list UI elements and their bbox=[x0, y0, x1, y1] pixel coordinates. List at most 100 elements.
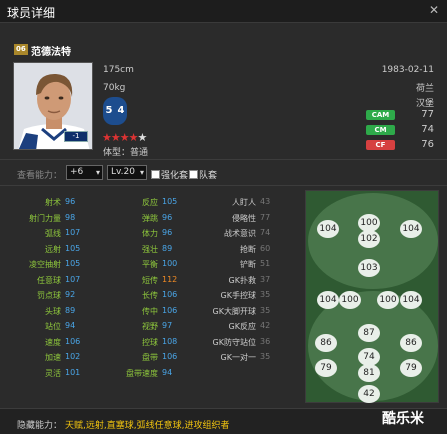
role-code: CAM bbox=[366, 110, 395, 120]
checkbox-box[interactable] bbox=[189, 170, 198, 179]
stat-label: GK一对一 bbox=[220, 353, 256, 362]
position-rating: 79 bbox=[400, 359, 422, 377]
chevron-down-icon: ▾ bbox=[95, 168, 100, 177]
stat-label: GK防守站位 bbox=[212, 337, 256, 347]
player-level-value: Lv.20 bbox=[111, 167, 135, 177]
stat-label: 灵活 bbox=[45, 368, 61, 378]
stat-label: 战术意识 bbox=[224, 229, 256, 238]
role-rating-cf: CF 76 bbox=[366, 139, 434, 151]
team-set-checkbox[interactable]: 队套 bbox=[189, 168, 217, 181]
position-badge: 06 bbox=[14, 44, 28, 55]
title-bar: 球员详细 ✕ bbox=[0, 0, 447, 23]
stat-label: GK大脚开球 bbox=[212, 306, 256, 316]
stat-value: 98 bbox=[65, 212, 76, 222]
position-rating: 86 bbox=[400, 334, 422, 352]
star-empty-icon: ★ bbox=[137, 131, 148, 144]
stat-value: 106 bbox=[162, 352, 178, 361]
stat-value: 94 bbox=[162, 367, 173, 377]
stat-label: GK手控球 bbox=[220, 291, 256, 300]
hidden-ability-label: 隐藏能力： bbox=[17, 421, 63, 431]
role-rating-cam: CAM 77 bbox=[366, 109, 434, 121]
view-ability-label: 查看能力： bbox=[17, 171, 63, 181]
stat-label: 弧线 bbox=[45, 229, 61, 238]
stat-label: 弹跳 bbox=[142, 213, 158, 223]
role-value: 74 bbox=[421, 124, 434, 135]
stat-value: 105 bbox=[162, 197, 178, 206]
stat-value: 42 bbox=[260, 321, 271, 330]
stat-label: 抢断 bbox=[240, 244, 256, 254]
window-title: 球员详细 bbox=[7, 6, 56, 20]
position-rating: 100 bbox=[377, 291, 399, 309]
stat-label: 铲断 bbox=[240, 260, 256, 269]
stat-value: 96 bbox=[65, 197, 76, 206]
stat-label: 凌空抽射 bbox=[29, 260, 61, 269]
position-rating: 104 bbox=[317, 291, 339, 309]
checkbox-box[interactable] bbox=[151, 170, 160, 179]
stat-value: 97 bbox=[162, 321, 173, 330]
stat-value: 106 bbox=[65, 336, 81, 346]
star-icon: ★ bbox=[102, 131, 112, 144]
stat-value: 105 bbox=[65, 259, 81, 268]
team-set-label: 队套 bbox=[199, 171, 218, 181]
stat-value: 37 bbox=[260, 274, 271, 284]
body-type: 体型：普通 bbox=[103, 148, 149, 158]
stat-value: 102 bbox=[65, 352, 81, 361]
club-name: 汉堡 bbox=[415, 99, 434, 109]
position-rating: 81 bbox=[358, 364, 380, 382]
star-icon: ★ bbox=[110, 131, 121, 144]
stat-label: 人盯人 bbox=[232, 198, 256, 207]
stat-value: 51 bbox=[260, 259, 271, 268]
left-foot-rating: 5 bbox=[105, 105, 113, 116]
star-icon: ★ bbox=[128, 131, 139, 144]
stat-label: 盘带 bbox=[142, 353, 158, 362]
watermark-logo: 酷乐米 bbox=[382, 411, 424, 427]
position-rating: 86 bbox=[315, 334, 337, 352]
stat-label: 速度 bbox=[45, 337, 61, 347]
divider bbox=[0, 185, 447, 186]
role-code: CF bbox=[366, 140, 395, 150]
birth-date: 1983-02-11 bbox=[381, 65, 434, 75]
position-rating: 42 bbox=[358, 385, 380, 403]
chevron-down-icon: ▾ bbox=[139, 168, 144, 177]
stat-label: 短传 bbox=[142, 275, 158, 285]
position-rating: 104 bbox=[400, 291, 422, 309]
stat-label: 强壮 bbox=[142, 244, 158, 254]
stat-value: 92 bbox=[65, 290, 76, 299]
stat-label: 侵略性 bbox=[232, 213, 256, 223]
stat-label: GK扑救 bbox=[228, 275, 256, 285]
stat-value: 89 bbox=[162, 243, 173, 253]
stat-value: 105 bbox=[65, 243, 81, 253]
player-name: 范德法特 bbox=[31, 47, 71, 58]
stat-value: 100 bbox=[162, 259, 178, 268]
role-value: 77 bbox=[421, 109, 434, 120]
stat-label: 远射 bbox=[45, 244, 61, 254]
strong-set-checkbox[interactable]: 强化套 bbox=[151, 168, 188, 181]
stat-value: 106 bbox=[162, 305, 178, 315]
stat-label: 头球 bbox=[45, 306, 61, 316]
stat-value: 35 bbox=[260, 305, 271, 315]
role-value: 76 bbox=[421, 139, 434, 150]
stat-value: 35 bbox=[260, 290, 271, 299]
position-pitch: 100 104 102 104 103 104 100 100 104 87 86 86 74 79 81 7… bbox=[305, 190, 439, 403]
stat-value: 77 bbox=[260, 212, 271, 222]
stat-label: 长传 bbox=[142, 291, 158, 300]
role-code: CM bbox=[366, 125, 395, 135]
player-level-select[interactable]: Lv.20 ▾ bbox=[107, 165, 147, 180]
position-rating: 102 bbox=[358, 230, 380, 248]
stat-label: 加速 bbox=[45, 353, 61, 362]
position-rating: 100 bbox=[339, 291, 361, 309]
stat-value: 74 bbox=[260, 228, 271, 237]
stat-label: GK反应 bbox=[228, 322, 256, 331]
close-icon[interactable]: ✕ bbox=[429, 3, 439, 17]
stat-value: 89 bbox=[65, 305, 76, 315]
star-icon: ★ bbox=[119, 131, 130, 144]
stat-label: 盘带速度 bbox=[126, 368, 158, 378]
stat-value: 107 bbox=[65, 274, 81, 284]
stat-value: 36 bbox=[260, 336, 271, 346]
stat-value: 94 bbox=[65, 321, 76, 330]
star-rating: ★★★★★ bbox=[102, 131, 148, 144]
stat-label: 任意球 bbox=[37, 275, 61, 285]
stat-value: 60 bbox=[260, 243, 271, 253]
position-rating: 79 bbox=[315, 359, 337, 377]
enhance-level-select[interactable]: +6 ▾ bbox=[66, 165, 103, 180]
